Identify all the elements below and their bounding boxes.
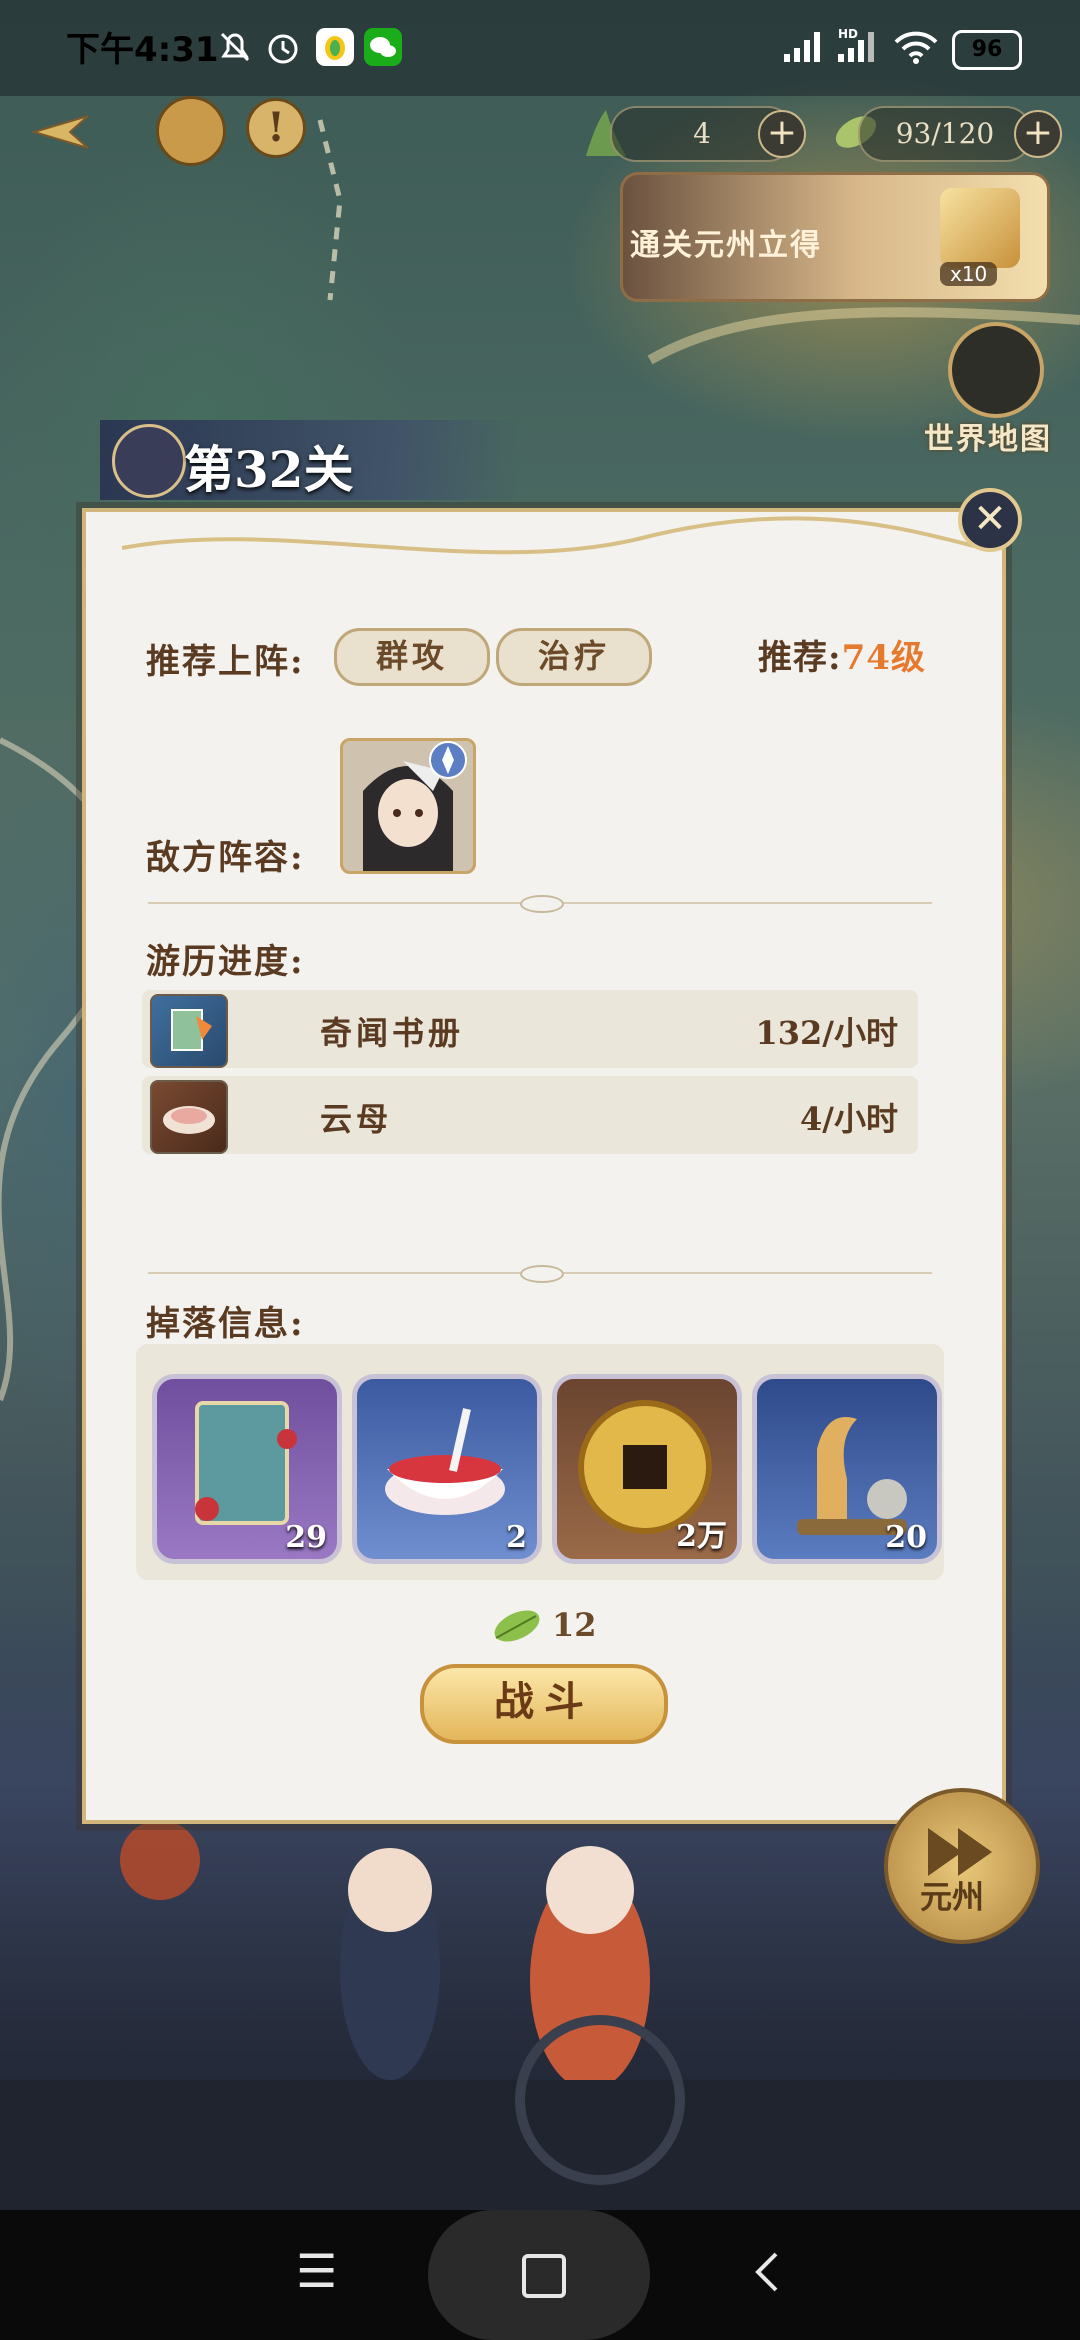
home-square-icon [522, 2254, 566, 2298]
progress-item-rate: 132/小时 [755, 1014, 899, 1052]
drop-count: 2万 [676, 1519, 727, 1554]
divider-ornament-1 [520, 895, 564, 913]
drop-item[interactable]: 29 [152, 1374, 342, 1564]
drop-count: 29 [285, 1520, 327, 1555]
add-stamina-button[interactable]: + [1014, 110, 1062, 158]
alert-icon[interactable]: ! [246, 98, 306, 158]
diamond-rank-icon [428, 740, 468, 780]
status-time: 下午4:31 [66, 30, 219, 70]
stamina-bar: 93/120 [858, 106, 1032, 162]
drop-count: 20 [885, 1520, 927, 1555]
battery-indicator: 96 [952, 30, 1022, 70]
recommended-level: 推荐:74级 [758, 630, 926, 679]
signal-icon [782, 30, 826, 68]
reward-item-icon [940, 188, 1020, 268]
wechat-icon [364, 28, 402, 66]
next-area-label[interactable]: 元州 [920, 1872, 984, 1918]
drop-item[interactable]: 2万 [552, 1374, 742, 1564]
next-area-button[interactable] [884, 1788, 1040, 1944]
recommend-tag-aoe: 群攻 [334, 628, 490, 686]
quest-scroll-icon[interactable] [156, 96, 226, 166]
recommend-label: 推荐上阵: [146, 642, 305, 682]
progress-label: 游历进度: [146, 942, 305, 982]
alarm-icon [264, 28, 302, 66]
mute-icon [216, 28, 254, 66]
world-map-label[interactable]: 世界地图 [924, 414, 1052, 458]
dialog-top-ornament [121, 516, 983, 555]
app-icon [316, 28, 354, 66]
menu-icon[interactable]: ☰ [296, 2244, 337, 2298]
enemy-lineup-label: 敌方阵容: [146, 838, 305, 878]
reward-count: x10 [940, 262, 998, 286]
back-arrow-icon[interactable] [18, 96, 98, 166]
stage-emblem-icon [112, 424, 186, 498]
stamina-cost: 12 [552, 1606, 597, 1644]
reward-banner-text: 通关元州立得 [630, 228, 822, 263]
mica-icon [150, 1080, 228, 1154]
back-icon[interactable] [752, 2250, 782, 2298]
recommended-level-prefix: 推荐: [758, 638, 842, 678]
drop-item[interactable]: 20 [752, 1374, 942, 1564]
world-map-icon[interactable] [948, 322, 1044, 418]
battle-button[interactable]: 战斗 [420, 1664, 668, 1744]
drop-info-label: 掉落信息: [146, 1304, 305, 1344]
svg-text:HD: HD [838, 27, 858, 41]
wifi-icon [892, 28, 940, 70]
stage-title: 第32关 [184, 440, 354, 499]
progress-item-name: 奇闻书册 [320, 1014, 465, 1052]
recommended-level-value: 74级 [841, 638, 926, 678]
hd-signal-icon: HD [836, 26, 880, 70]
close-button[interactable]: ✕ [958, 488, 1022, 552]
recommend-tag-heal: 治疗 [496, 628, 652, 686]
progress-item-name: 云母 [320, 1100, 393, 1138]
divider-ornament-2 [520, 1265, 564, 1283]
book-icon [150, 994, 228, 1068]
add-resource-1-button[interactable]: + [758, 110, 806, 158]
stamina-leaf-icon [488, 1604, 546, 1648]
drop-count: 2 [506, 1520, 527, 1555]
drop-item[interactable]: 2 [352, 1374, 542, 1564]
progress-item-rate: 4/小时 [800, 1100, 898, 1138]
